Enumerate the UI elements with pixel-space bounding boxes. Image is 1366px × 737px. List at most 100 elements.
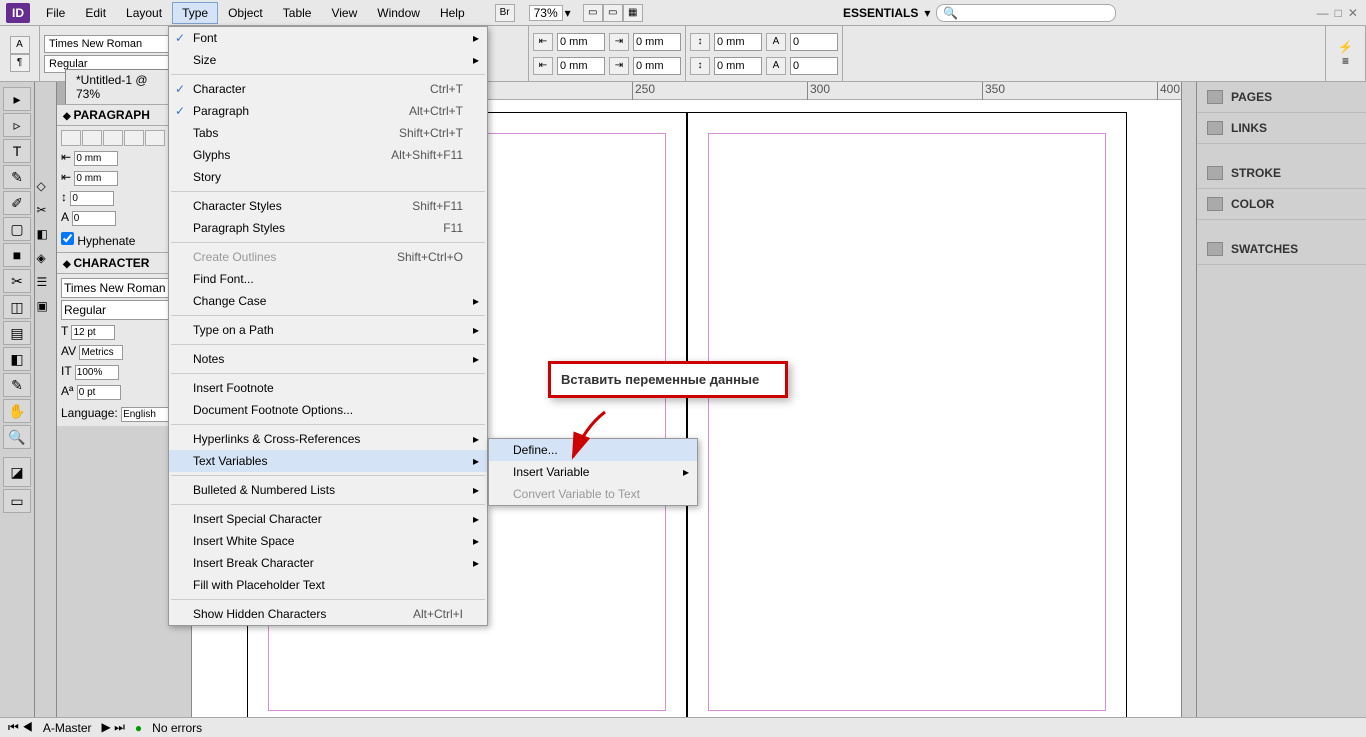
align-right-button[interactable] [103, 130, 123, 146]
next-spread-button[interactable]: ▶ ⏭ [102, 720, 125, 735]
para-format-icon[interactable]: ¶ [10, 54, 30, 72]
gradient-tool[interactable]: ▤ [3, 321, 31, 345]
dropcap-field[interactable] [790, 57, 838, 75]
menu-item-insert-special-character[interactable]: Insert Special Character [169, 508, 487, 530]
menu-item-hyperlinks-cross-references[interactable]: Hyperlinks & Cross-References [169, 428, 487, 450]
workspace-switcher[interactable]: ESSENTIALS [843, 6, 918, 20]
menu-item-insert-footnote[interactable]: Insert Footnote [169, 377, 487, 399]
menu-item-insert-break-character[interactable]: Insert Break Character [169, 552, 487, 574]
hand-tool[interactable]: ✋ [3, 399, 31, 423]
menu-item-notes[interactable]: Notes [169, 348, 487, 370]
direct-select-tool[interactable]: ▹ [3, 113, 31, 137]
minimize-button[interactable]: — [1317, 6, 1329, 20]
char-format-icon[interactable]: A [10, 36, 30, 54]
panel-pages[interactable]: PAGES [1197, 82, 1366, 113]
indent-field[interactable] [633, 33, 681, 51]
panel-icon[interactable]: ▣ [37, 299, 55, 321]
screen-mode-icon[interactable]: ▭ [603, 4, 623, 22]
menu-help[interactable]: Help [430, 2, 475, 24]
menu-window[interactable]: Window [367, 2, 430, 24]
menu-item-bulleted-numbered-lists[interactable]: Bulleted & Numbered Lists [169, 479, 487, 501]
indent-field[interactable] [633, 57, 681, 75]
pencil-tool[interactable]: ✐ [3, 191, 31, 215]
menu-item-paragraph[interactable]: ParagraphAlt+Ctrl+T [169, 100, 487, 122]
hyphenate-checkbox[interactable] [61, 232, 74, 245]
selection-tool[interactable]: ▸ [3, 87, 31, 111]
menu-item-insert-white-space[interactable]: Insert White Space [169, 530, 487, 552]
justify-button[interactable] [124, 130, 144, 146]
menu-file[interactable]: File [36, 2, 75, 24]
indent-field[interactable] [557, 33, 605, 51]
menu-item-size[interactable]: Size [169, 49, 487, 71]
space-before-field[interactable] [70, 191, 114, 206]
pen-tool[interactable]: ✎ [3, 165, 31, 189]
panel-icon[interactable]: ✂ [37, 203, 55, 225]
menu-item-glyphs[interactable]: GlyphsAlt+Shift+F11 [169, 144, 487, 166]
menu-item-story[interactable]: Story [169, 166, 487, 188]
menu-item-character[interactable]: CharacterCtrl+T [169, 78, 487, 100]
zoom-tool[interactable]: 🔍 [3, 425, 31, 449]
scissors-tool[interactable]: ✂ [3, 269, 31, 293]
menu-item-fill-with-placeholder-text[interactable]: Fill with Placeholder Text [169, 574, 487, 596]
menu-item-type-on-a-path[interactable]: Type on a Path [169, 319, 487, 341]
panel-icon[interactable]: ◈ [37, 251, 55, 273]
menu-item-paragraph-styles[interactable]: Paragraph StylesF11 [169, 217, 487, 239]
arrange-icon[interactable]: ▦ [623, 4, 643, 22]
view-mode-icon[interactable]: ▭ [583, 4, 603, 22]
menu-table[interactable]: Table [273, 2, 322, 24]
font-size-field[interactable] [71, 325, 115, 340]
space-field[interactable] [714, 57, 762, 75]
space-field[interactable] [714, 33, 762, 51]
menu-item-document-footnote-options-[interactable]: Document Footnote Options... [169, 399, 487, 421]
panel-stroke[interactable]: STROKE [1197, 158, 1366, 189]
justify-all-button[interactable] [145, 130, 165, 146]
menu-edit[interactable]: Edit [75, 2, 116, 24]
search-input[interactable]: 🔍 [936, 4, 1116, 22]
panel-dock-stub[interactable] [1181, 82, 1196, 717]
panel-menu-icon[interactable]: ≡ [1342, 54, 1349, 68]
baseline-field[interactable] [77, 385, 121, 400]
menu-layout[interactable]: Layout [116, 2, 172, 24]
align-left-button[interactable] [61, 130, 81, 146]
dropcap-field[interactable] [790, 33, 838, 51]
close-button[interactable]: ✕ [1348, 6, 1358, 20]
first-indent-field[interactable] [74, 171, 118, 186]
menu-item-tabs[interactable]: TabsShift+Ctrl+T [169, 122, 487, 144]
scale-field[interactable] [75, 365, 119, 380]
panel-icon[interactable]: ☰ [37, 275, 55, 297]
menu-type[interactable]: Type [172, 2, 218, 24]
panel-links[interactable]: LINKS [1197, 113, 1366, 144]
panel-color[interactable]: COLOR [1197, 189, 1366, 220]
menu-item-font[interactable]: Font [169, 27, 487, 49]
menu-item-text-variables[interactable]: Text Variables [169, 450, 487, 472]
panel-swatches[interactable]: SWATCHES [1197, 234, 1366, 265]
menu-item-change-case[interactable]: Change Case [169, 290, 487, 312]
bridge-icon[interactable]: Br [495, 4, 515, 22]
kerning-field[interactable] [79, 345, 123, 360]
rect-tool[interactable]: ■ [3, 243, 31, 267]
view-mode-tool[interactable]: ▭ [3, 489, 31, 513]
align-center-button[interactable] [82, 130, 102, 146]
panel-icon[interactable]: ◧ [37, 227, 55, 249]
left-indent-field[interactable] [74, 151, 118, 166]
quick-apply-icon[interactable]: ⚡ [1338, 40, 1353, 54]
maximize-button[interactable]: □ [1335, 6, 1342, 20]
menu-view[interactable]: View [321, 2, 367, 24]
type-tool[interactable]: T [3, 139, 31, 163]
preflight-status[interactable]: No errors [152, 721, 202, 735]
note-tool[interactable]: ◧ [3, 347, 31, 371]
menu-item-character-styles[interactable]: Character StylesShift+F11 [169, 195, 487, 217]
menu-item-show-hidden-characters[interactable]: Show Hidden CharactersAlt+Ctrl+I [169, 603, 487, 625]
panel-icon[interactable]: ◇ [37, 179, 55, 201]
eyedropper-tool[interactable]: ✎ [3, 373, 31, 397]
free-transform-tool[interactable]: ◫ [3, 295, 31, 319]
prev-spread-button[interactable]: ⏮ ◀ [8, 720, 33, 735]
menu-item-find-font-[interactable]: Find Font... [169, 268, 487, 290]
language-field[interactable] [121, 407, 171, 422]
fill-stroke-icon[interactable]: ◪ [3, 457, 31, 487]
spread-indicator[interactable]: A-Master [43, 721, 92, 735]
menu-object[interactable]: Object [218, 2, 273, 24]
zoom-level[interactable]: 73% [529, 5, 563, 21]
dropcap-lines-field[interactable] [72, 211, 116, 226]
frame-tool[interactable]: ▢ [3, 217, 31, 241]
